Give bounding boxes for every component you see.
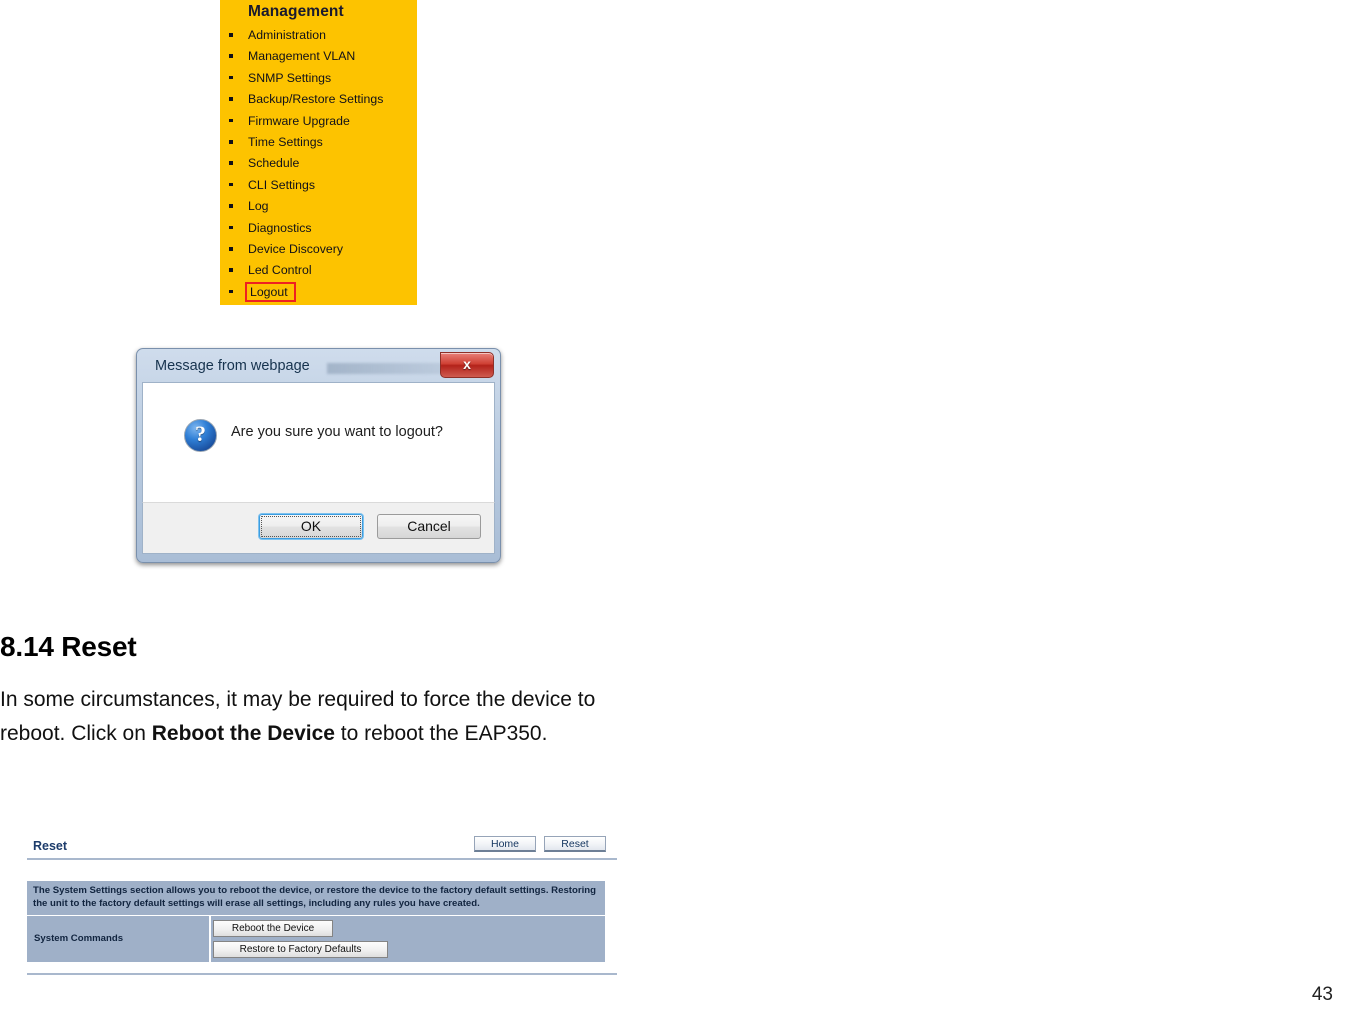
- dialog-title-blur-artifact: [327, 363, 452, 374]
- bullet-icon: [229, 161, 233, 165]
- dialog-footer: OK Cancel: [142, 502, 495, 554]
- bullet-icon: [229, 182, 233, 187]
- header-divider: [27, 858, 617, 860]
- bullet-icon: [229, 97, 233, 101]
- menu-item-label: Logout: [245, 281, 296, 302]
- menu-item-label: Schedule: [248, 156, 300, 171]
- menu-item-label: Log: [248, 199, 269, 214]
- menu-item-label: Firmware Upgrade: [248, 113, 350, 128]
- page-title: Reset: [33, 839, 68, 853]
- bullet-icon: [229, 289, 233, 294]
- reset-panel-screenshot: Reset Home Reset The System Settings sec…: [27, 832, 617, 980]
- home-button[interactable]: Home: [474, 836, 536, 852]
- menu-item-snmp-settings[interactable]: SNMP Settings: [220, 68, 417, 89]
- menu-item-label: SNMP Settings: [248, 70, 332, 85]
- menu-item-log[interactable]: Log: [220, 196, 417, 217]
- paragraph-text-part2: to reboot the EAP350.: [334, 722, 548, 745]
- section-paragraph: In some circumstances, it may be require…: [0, 683, 625, 751]
- menu-item-time-settings[interactable]: Time Settings: [220, 132, 417, 153]
- footer-divider: [27, 973, 617, 975]
- management-menu-screenshot: Management Administration Management VLA…: [220, 0, 417, 305]
- close-icon[interactable]: x: [440, 352, 494, 378]
- menu-item-logout[interactable]: Logout: [220, 281, 417, 303]
- menu-item-cli-settings[interactable]: CLI Settings: [220, 175, 417, 196]
- menu-item-administration[interactable]: Administration: [220, 25, 417, 46]
- menu-item-label: Backup/Restore Settings: [248, 92, 384, 107]
- menu-item-label: Time Settings: [248, 135, 323, 150]
- system-commands-row: System Commands Reboot the Device Restor…: [27, 916, 605, 962]
- management-menu-list: Administration Management VLAN SNMP Sett…: [220, 25, 417, 303]
- system-commands-label: System Commands: [34, 933, 124, 944]
- menu-item-backup-restore-settings[interactable]: Backup/Restore Settings: [220, 89, 417, 110]
- bullet-icon: [229, 247, 233, 251]
- cancel-button[interactable]: Cancel: [377, 514, 481, 539]
- panel-description: The System Settings section allows you t…: [27, 881, 605, 915]
- bullet-icon: [229, 204, 233, 208]
- bullet-icon: [229, 33, 233, 37]
- menu-item-management-vlan[interactable]: Management VLAN: [220, 46, 417, 67]
- management-menu-title: Management: [248, 3, 344, 20]
- bullet-icon: [229, 118, 233, 123]
- menu-item-label: CLI Settings: [248, 177, 315, 192]
- bullet-icon: [229, 75, 233, 80]
- menu-item-label: Led Control: [248, 263, 312, 278]
- dialog-message: Are you sure you want to logout?: [231, 424, 443, 440]
- bullet-icon: [229, 225, 233, 230]
- menu-item-led-control[interactable]: Led Control: [220, 260, 417, 281]
- bullet-icon: [229, 268, 233, 272]
- dialog-title: Message from webpage: [155, 358, 310, 374]
- paragraph-bold-term: Reboot the Device: [151, 722, 335, 745]
- menu-item-label: Diagnostics: [248, 220, 312, 235]
- restore-to-factory-defaults-button[interactable]: Restore to Factory Defaults: [213, 941, 388, 958]
- menu-item-diagnostics[interactable]: Diagnostics: [220, 218, 417, 239]
- reset-panel-header: Reset Home Reset: [27, 832, 617, 860]
- menu-item-device-discovery[interactable]: Device Discovery: [220, 239, 417, 260]
- reboot-the-device-button[interactable]: Reboot the Device: [213, 920, 333, 937]
- dialog-body: ? Are you sure you want to logout?: [142, 382, 495, 502]
- bullet-icon: [229, 140, 233, 144]
- system-commands-label-cell: System Commands: [27, 916, 209, 962]
- bullet-icon: [229, 54, 233, 58]
- dialog-titlebar: Message from webpage x: [142, 352, 495, 382]
- section-heading: 8.14 Reset: [0, 631, 137, 662]
- menu-item-label: Management VLAN: [248, 49, 356, 64]
- menu-item-label: Device Discovery: [248, 242, 343, 257]
- menu-item-firmware-upgrade[interactable]: Firmware Upgrade: [220, 111, 417, 132]
- question-mark-glyph: ?: [195, 421, 206, 446]
- logout-confirmation-dialog: Message from webpage x ? Are you sure yo…: [136, 348, 501, 563]
- page-number: 43: [1311, 984, 1333, 1005]
- ok-button[interactable]: OK: [259, 514, 363, 539]
- reset-button[interactable]: Reset: [544, 836, 606, 852]
- menu-item-label: Administration: [248, 28, 326, 42]
- menu-item-schedule[interactable]: Schedule: [220, 153, 417, 174]
- question-mark-icon: ?: [184, 419, 217, 452]
